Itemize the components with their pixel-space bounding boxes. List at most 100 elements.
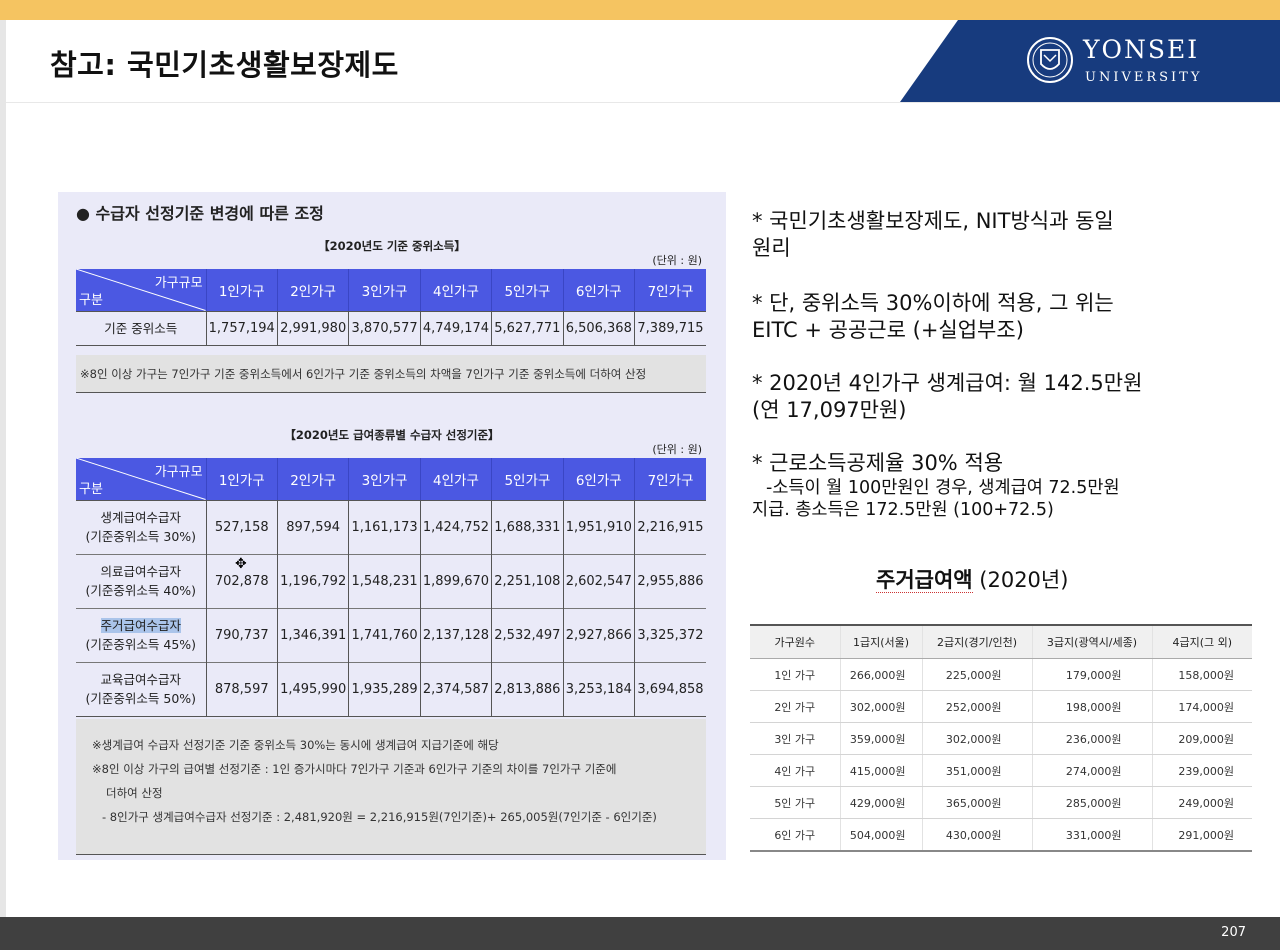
table-cell: 209,000원 [1151,722,1252,755]
table-cell: 2,137,128 [419,607,492,662]
table-cell: 4인 가구 [750,754,840,787]
table-cell: 1,935,289 [348,661,421,717]
table-cell: 415,000원 [839,754,922,787]
logo-subtitle: UNIVERSITY [1085,70,1203,85]
table-cell: 1,741,760 [348,607,421,662]
table-cell: 2,216,915 [633,499,706,554]
table-cell: 365,000원 [921,786,1032,819]
table-cell: 4,749,174 [419,310,492,346]
table-cell: 351,000원 [921,754,1032,787]
criteria-notes: ※생계급여 수급자 선정기준 기준 중위소득 30%는 동시에 생계급여 지급기… [76,719,706,855]
column-header: 4인가구 [419,458,492,501]
bullet-eitc: * 단, 중위소득 30%이하에 적용, 그 위는 EITC + 공공근로 (+… [752,291,1114,342]
column-header: 3인가구 [348,458,421,501]
column-header: 5인가구 [491,269,564,312]
criteria-note: ※8인 이상 가구의 급여별 선정기준 : 1인 증가시마다 7인가구 기준과 … [92,762,617,776]
table-row: 기준 중위소득 1,757,194 2,991,980 3,870,577 4,… [76,310,706,346]
table-cell: 2,955,886 [633,553,706,608]
median-income-note: ※8인 이상 가구는 7인가구 기준 중위소득에서 6인가구 기준 중위소득의 … [76,355,706,393]
criteria-unit: (단위 : 원) [652,443,702,456]
table-cell: 236,000원 [1031,722,1152,755]
table-cell: 5,627,771 [491,310,564,346]
table-cell: 3,870,577 [348,310,421,346]
table-cell: 158,000원 [1151,658,1252,691]
table-cell: 302,000원 [839,690,922,723]
table-cell: 239,000원 [1151,754,1252,787]
row-label: 주거급여수급자 (기준중위소득 45%) [76,607,207,662]
column-header: 2급지(경기/인천) [921,624,1032,659]
table-cell: 2,991,980 [276,310,349,346]
bullet-earned-income-deduction: * 근로소득공제율 30% 적용 -소득이 월 100만원인 경우, 생계급여 … [752,451,1120,520]
row-label: 의료급여수급자 (기준중위소득 40%) [76,553,207,608]
table-cell: 179,000원 [1031,658,1152,691]
criteria-note: ※생계급여 수급자 선정기준 기준 중위소득 30%는 동시에 생계급여 지급기… [92,738,499,752]
table-cell: 3,253,184 [562,661,635,717]
column-header: 2인가구 [276,458,349,501]
table-cell: 2,602,547 [562,553,635,608]
table-row: 1인 가구 266,000원 225,000원 179,000원 158,000… [750,658,1252,691]
table-cell: 174,000원 [1151,690,1252,723]
table-cell: 790,737 [205,607,278,662]
table-cell: 429,000원 [839,786,922,819]
column-header: 1인가구 [205,269,278,312]
slide-title: 참고: 국민기초생활보장제도 [50,48,399,82]
criteria-note: 더하여 산정 [106,786,163,800]
median-income-table: 가구규모 구분 1인가구 2인가구 3인가구 4인가구 5인가구 6인가구 7인… [76,269,706,346]
table-cell: 1,161,173 [348,499,421,554]
housing-benefit-table: 가구원수 1급지(서울) 2급지(경기/인천) 3급지(광역시/세종) 4급지(… [750,624,1252,852]
table-cell: 3인 가구 [750,722,840,755]
table-cell: 6인 가구 [750,818,840,852]
table-cell: 291,000원 [1151,818,1252,852]
column-header: 4급지(그 외) [1151,624,1252,659]
table-cell: 1인 가구 [750,658,840,691]
page-number: 207 [1221,925,1246,940]
column-header: 5인가구 [491,458,564,501]
criteria-note: - 8인가구 생계급여수급자 선정기준 : 2,481,920원 = 2,216… [102,810,657,824]
table-cell: 1,899,670 [419,553,492,608]
table-cell: 331,000원 [1031,818,1152,852]
table-cell: 198,000원 [1031,690,1152,723]
table-cell: 249,000원 [1151,786,1252,819]
table-cell: 527,158 [205,499,278,554]
table-cell: 266,000원 [839,658,922,691]
column-header: 3인가구 [348,269,421,312]
row-label: 기준 중위소득 [76,310,207,346]
table-cell: 285,000원 [1031,786,1152,819]
mouse-cursor-icon: ✥ [235,556,247,572]
table-row: 주거급여수급자 (기준중위소득 45%) 790,737 1,346,391 1,… [76,607,706,662]
table-cell: 1,346,391 [276,607,349,662]
row-label: 생계급여수급자 (기준중위소득 30%) [76,499,207,554]
column-header: 가구원수 [750,624,840,659]
table-cell: 1,424,752 [419,499,492,554]
column-header: 3급지(광역시/세종) [1031,624,1152,659]
table-cell: 897,594 [276,499,349,554]
table-row: 생계급여수급자 (기준중위소득 30%) 527,158 897,594 1,16… [76,499,706,554]
table-row: 2인 가구 302,000원 252,000원 198,000원 174,000… [750,690,1252,723]
table-cell: 1,757,194 [205,310,278,346]
table-row: 3인 가구 359,000원 302,000원 236,000원 209,000… [750,722,1252,755]
table-row: 5인 가구 429,000원 365,000원 285,000원 249,000… [750,786,1252,819]
table-row: 4인 가구 415,000원 351,000원 274,000원 239,000… [750,754,1252,787]
median-income-unit: (단위 : 원) [652,254,702,267]
selection-criteria-table: 가구규모 구분 1인가구 2인가구 3인가구 4인가구 5인가구 6인가구 7인… [76,458,706,717]
yonsei-seal-icon [1027,37,1073,83]
criteria-heading: ● 수급자 선정기준 변경에 따른 조정 [76,204,324,223]
table-cell: 430,000원 [921,818,1032,852]
column-header: 6인가구 [562,269,635,312]
table-corner-header: 가구규모 구분 [76,269,207,312]
table-cell: 1,196,792 [276,553,349,608]
table-cell: 878,597 [205,661,278,717]
housing-benefit-title: 주거급여액 (2020년) [876,568,1069,593]
table-cell: 5인 가구 [750,786,840,819]
table-cell: 3,694,858 [633,661,706,717]
footer-bar: 207 [0,917,1280,950]
table-cell: 2,532,497 [491,607,564,662]
table-cell: 2인 가구 [750,690,840,723]
table-cell: 274,000원 [1031,754,1152,787]
table-cell: 225,000원 [921,658,1032,691]
table-cell: 2,927,866 [562,607,635,662]
table-cell: 1,688,331 [491,499,564,554]
table-cell: 6,506,368 [562,310,635,346]
logo-wordmark: YONSEI [1083,35,1200,64]
column-header: 1급지(서울) [839,624,922,659]
